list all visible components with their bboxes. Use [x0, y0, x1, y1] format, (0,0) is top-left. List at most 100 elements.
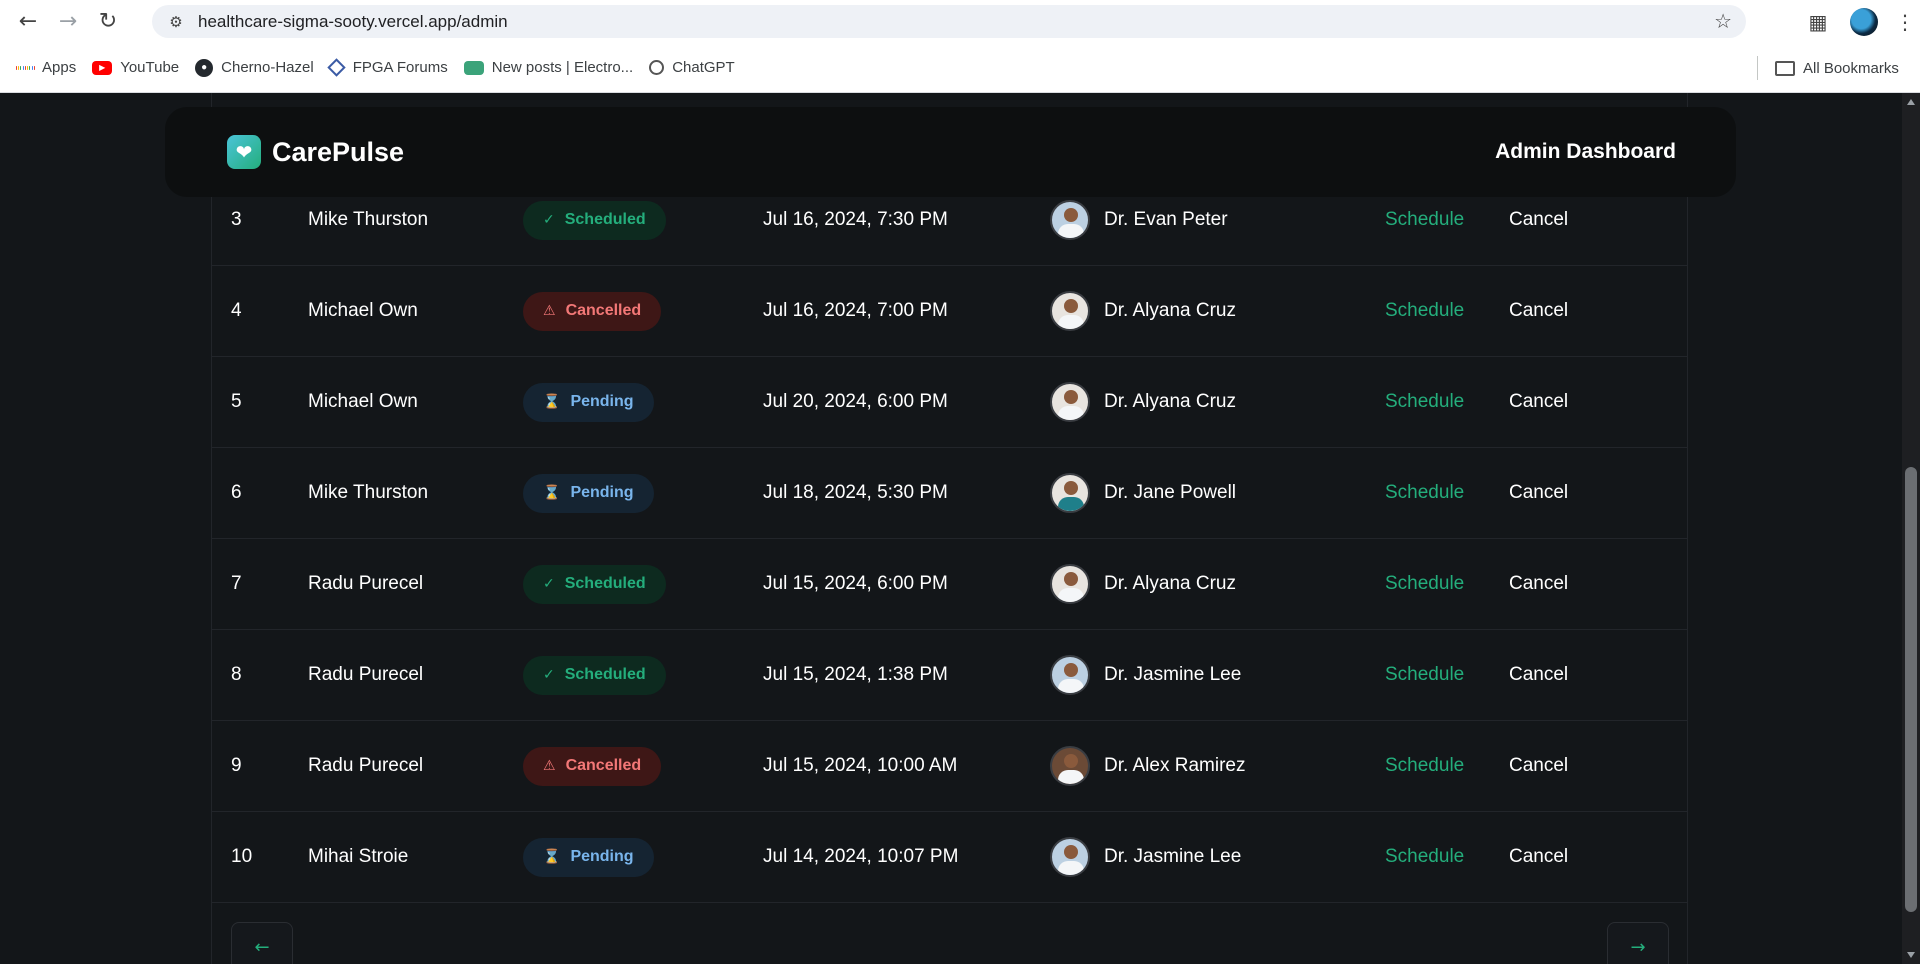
cancel-button[interactable]: Cancel: [1509, 755, 1568, 777]
schedule-button[interactable]: Schedule: [1385, 209, 1464, 231]
check-icon: ✓: [543, 576, 555, 592]
bookmark-label: YouTube: [120, 59, 180, 76]
all-bookmarks-button[interactable]: All Bookmarks: [1775, 43, 1899, 93]
doctor-avatar: [1050, 837, 1090, 877]
appointment-date: Jul 15, 2024, 1:38 PM: [763, 664, 948, 685]
bookmark-electro[interactable]: New posts | Electro...: [463, 59, 633, 76]
cancel-button[interactable]: Cancel: [1509, 846, 1568, 868]
appointment-date: Jul 16, 2024, 7:00 PM: [763, 300, 948, 321]
warning-icon: ⚠: [543, 758, 556, 774]
doctor-avatar: [1050, 200, 1090, 240]
status-badge: ✓ Scheduled: [523, 200, 666, 240]
appointment-date: Jul 15, 2024, 10:00 AM: [763, 755, 958, 776]
status-label: Scheduled: [564, 211, 646, 228]
table-row: 5 Michael Own ⌛ Pending Jul 20, 2024, 6:0…: [212, 357, 1687, 448]
schedule-button[interactable]: Schedule: [1385, 391, 1464, 413]
cancel-button[interactable]: Cancel: [1509, 209, 1568, 231]
patient-name: Radu Purecel: [308, 755, 424, 776]
row-number: 5: [231, 391, 242, 412]
appointment-date: Jul 16, 2024, 7:30 PM: [763, 209, 948, 230]
browser-toolbar: ← → ↻ ⚙ healthcare-sigma-sooty.vercel.ap…: [0, 0, 1920, 43]
doctor-avatar: [1050, 473, 1090, 513]
table-row: 10 Mihai Stroie ⌛ Pending Jul 14, 2024, 1…: [212, 812, 1687, 903]
status-label: Pending: [570, 393, 634, 410]
schedule-button[interactable]: Schedule: [1385, 300, 1464, 322]
bookmark-fpga-forums[interactable]: FPGA Forums: [327, 58, 448, 77]
doctor-cell: Dr. Jasmine Lee: [1050, 655, 1241, 695]
fpga-diamond-icon: [327, 58, 346, 77]
address-bar[interactable]: ⚙ healthcare-sigma-sooty.vercel.app/admi…: [152, 5, 1746, 38]
bookmark-apps[interactable]: Apps: [16, 59, 76, 77]
doctor-avatar: [1050, 382, 1090, 422]
bookmarks-bar: Apps ▶ YouTube ● Cherno-Hazel FPGA Forum…: [0, 43, 1920, 93]
doctor-name: Dr. Alex Ramirez: [1104, 755, 1246, 776]
appointment-date: Jul 20, 2024, 6:00 PM: [763, 391, 948, 412]
extensions-icon[interactable]: ▦: [1798, 10, 1838, 34]
doctor-avatar: [1050, 655, 1090, 695]
doctor-name: Dr. Alyana Cruz: [1104, 391, 1236, 412]
cancel-button[interactable]: Cancel: [1509, 391, 1568, 413]
schedule-button[interactable]: Schedule: [1385, 664, 1464, 686]
page-scrollbar[interactable]: [1902, 93, 1920, 964]
page-content: 3 Mike Thurston ✓ Scheduled Jul 16, 2024,…: [0, 93, 1902, 964]
scroll-down-arrow-icon[interactable]: [1907, 952, 1915, 958]
table-row: 6 Mike Thurston ⌛ Pending Jul 18, 2024, 5…: [212, 448, 1687, 539]
carepulse-logo-icon[interactable]: ❤: [227, 135, 261, 169]
bookmark-label: ChatGPT: [672, 59, 735, 76]
app-logo-text[interactable]: CarePulse: [272, 137, 404, 168]
cancel-button[interactable]: Cancel: [1509, 573, 1568, 595]
status-label: Pending: [570, 848, 634, 865]
bookmark-cherno-hazel[interactable]: ● Cherno-Hazel: [195, 58, 314, 77]
scrollbar-thumb[interactable]: [1905, 467, 1917, 912]
bookmark-youtube[interactable]: ▶ YouTube: [92, 59, 179, 76]
hourglass-icon: ⌛: [543, 485, 561, 501]
patient-name: Michael Own: [308, 391, 418, 412]
previous-page-button[interactable]: ←: [231, 922, 293, 964]
doctor-name: Dr. Alyana Cruz: [1104, 573, 1236, 594]
bookmark-chatgpt[interactable]: ChatGPT: [649, 59, 735, 76]
arrow-left-icon: ←: [254, 936, 270, 958]
doctor-name: Dr. Alyana Cruz: [1104, 300, 1236, 321]
appointment-date: Jul 18, 2024, 5:30 PM: [763, 482, 948, 503]
page-title: Admin Dashboard: [1495, 140, 1676, 163]
cancel-button[interactable]: Cancel: [1509, 482, 1568, 504]
appointment-date: Jul 15, 2024, 6:00 PM: [763, 573, 948, 594]
row-number: 8: [231, 664, 242, 685]
next-page-button[interactable]: →: [1607, 922, 1669, 964]
check-icon: ✓: [543, 667, 555, 683]
scroll-up-arrow-icon[interactable]: [1907, 99, 1915, 105]
folder-icon: [1775, 60, 1795, 76]
patient-name: Mike Thurston: [308, 482, 429, 503]
back-arrow-icon[interactable]: ←: [8, 2, 48, 42]
doctor-avatar: [1050, 291, 1090, 331]
cancel-button[interactable]: Cancel: [1509, 664, 1568, 686]
reload-icon[interactable]: ↻: [88, 2, 128, 42]
bookmark-star-icon[interactable]: ☆: [1714, 9, 1732, 33]
forward-arrow-icon[interactable]: →: [48, 2, 88, 42]
patient-name: Radu Purecel: [308, 664, 424, 685]
url-text[interactable]: healthcare-sigma-sooty.vercel.app/admin: [198, 12, 508, 32]
row-number: 6: [231, 482, 242, 503]
doctor-avatar: [1050, 746, 1090, 786]
site-settings-icon[interactable]: ⚙: [162, 13, 190, 31]
patient-name: Mihai Stroie: [308, 846, 409, 867]
status-badge: ✓ Scheduled: [523, 564, 666, 604]
profile-avatar[interactable]: [1850, 7, 1878, 36]
schedule-button[interactable]: Schedule: [1385, 755, 1464, 777]
doctor-name: Dr. Jane Powell: [1104, 482, 1237, 503]
schedule-button[interactable]: Schedule: [1385, 846, 1464, 868]
schedule-button[interactable]: Schedule: [1385, 482, 1464, 504]
youtube-icon: ▶: [92, 60, 113, 75]
cancel-button[interactable]: Cancel: [1509, 300, 1568, 322]
github-icon: ●: [195, 58, 214, 77]
status-badge: ✓ Scheduled: [523, 655, 666, 695]
menu-dots-icon[interactable]: ⋮: [1890, 10, 1920, 34]
row-number: 3: [231, 209, 242, 230]
bookmark-label: FPGA Forums: [352, 59, 448, 76]
table-row: 9 Radu Purecel ⚠ Cancelled Jul 15, 2024, …: [212, 721, 1687, 812]
status-label: Cancelled: [565, 302, 642, 319]
schedule-button[interactable]: Schedule: [1385, 573, 1464, 595]
patient-name: Radu Purecel: [308, 573, 424, 594]
status-badge: ⌛ Pending: [523, 837, 654, 877]
doctor-cell: Dr. Alyana Cruz: [1050, 291, 1236, 331]
